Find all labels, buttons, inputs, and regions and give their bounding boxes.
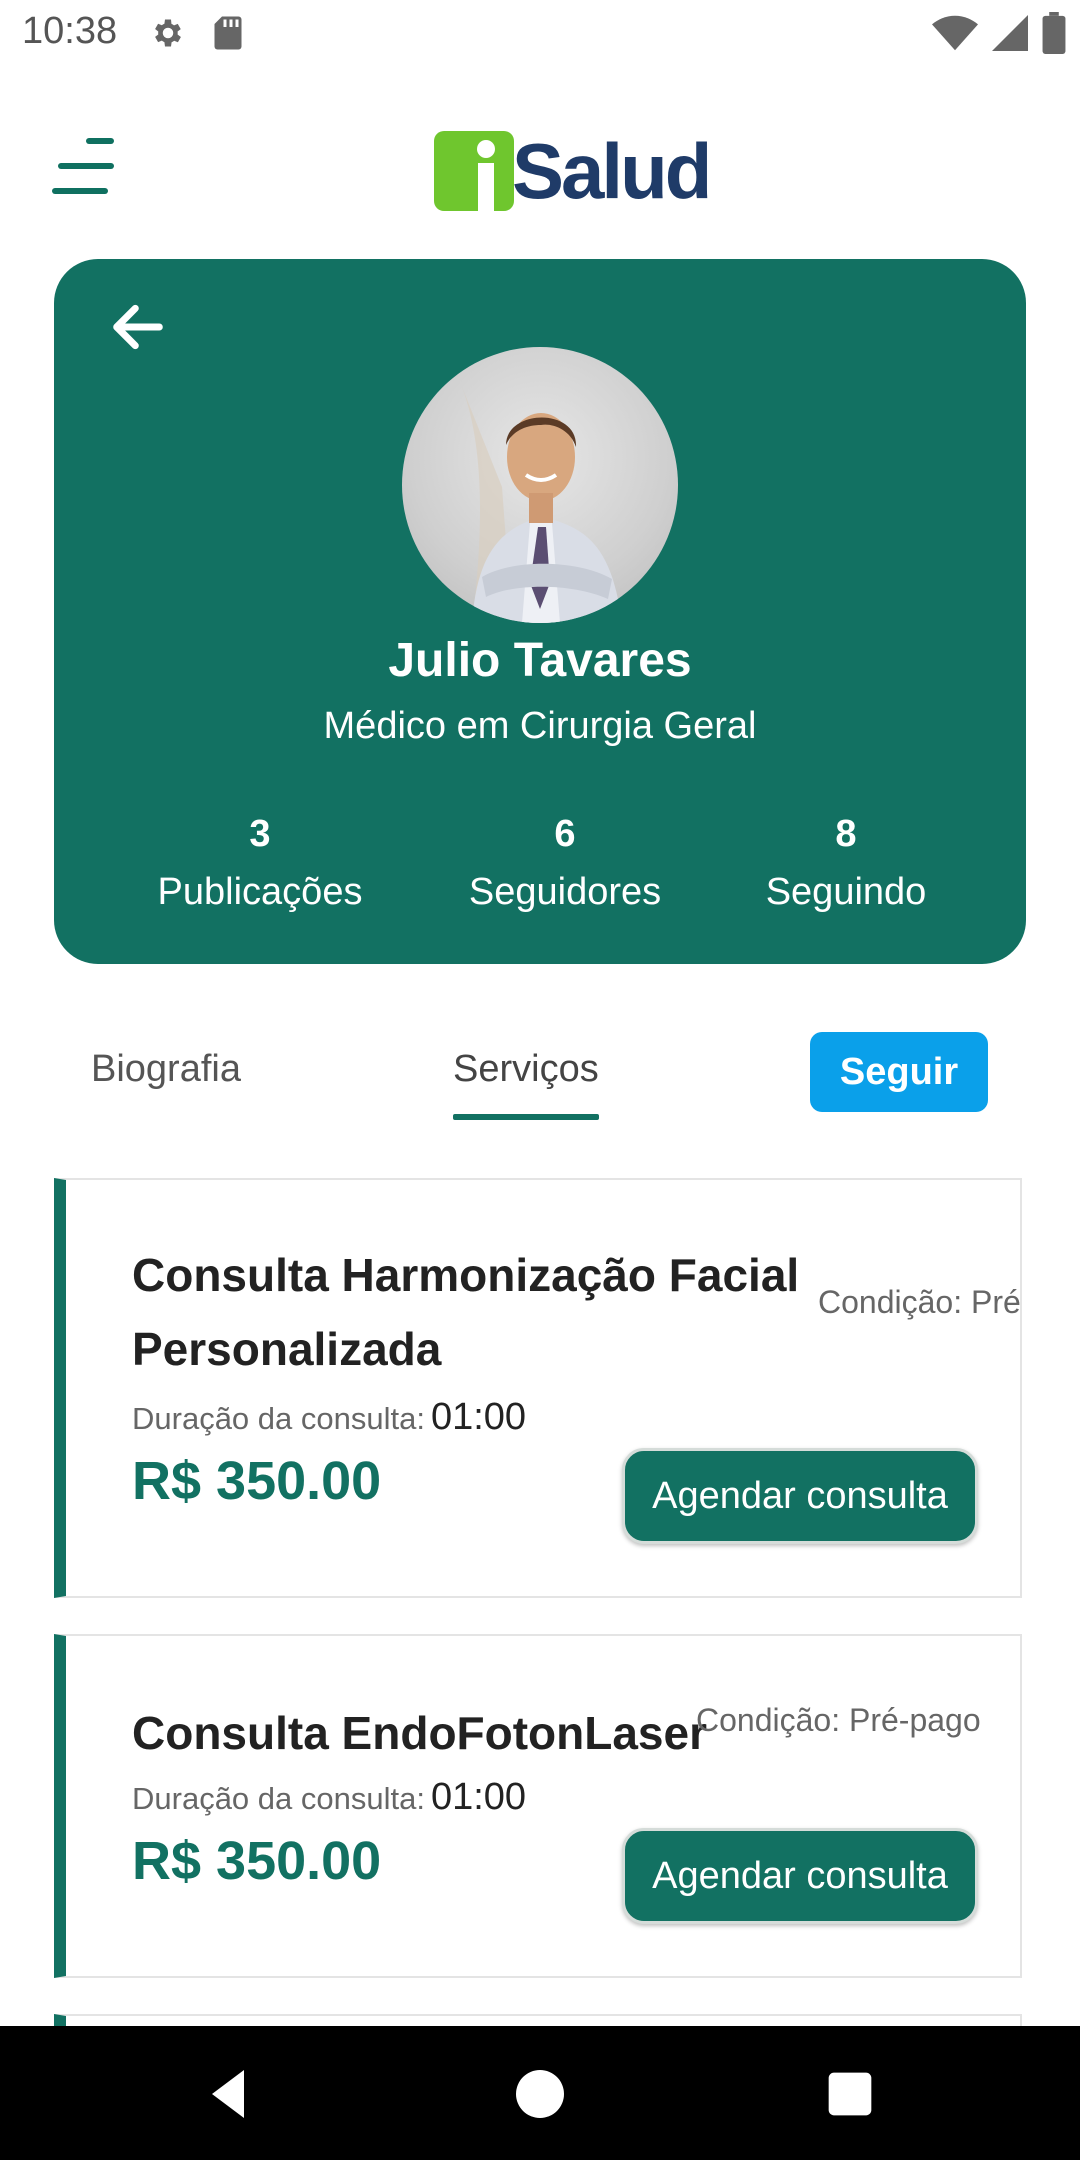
- cell-signal-icon: [992, 15, 1028, 51]
- service-price: R$ 350.00: [132, 1831, 382, 1891]
- system-nav-bar: [0, 2026, 1080, 2160]
- profile-card: Julio Tavares Médico em Cirurgia Geral 3…: [54, 259, 1026, 964]
- service-title: Consulta Harmonização Facial Personaliza…: [132, 1249, 800, 1375]
- follow-button[interactable]: Seguir: [810, 1032, 988, 1112]
- status-bar: 10:38: [0, 0, 1080, 66]
- doctor-portrait-icon: [462, 387, 622, 623]
- stat-followers-count: 6: [554, 813, 576, 855]
- service-duration: Duração da consulta: 01:00: [132, 1396, 526, 1439]
- nav-back-icon[interactable]: [196, 2062, 260, 2126]
- logo-mark-icon: [434, 131, 514, 211]
- avatar: [402, 347, 678, 623]
- service-duration: Duração da consulta: 01:00: [132, 1776, 526, 1819]
- schedule-appointment-button[interactable]: Agendar consulta: [622, 1828, 978, 1924]
- stat-followers[interactable]: 6 Seguidores: [415, 813, 715, 914]
- stat-publications-label: Publicações: [157, 871, 363, 913]
- stat-publications[interactable]: 3 Publicações: [110, 813, 410, 914]
- tab-biography-label: Biografia: [91, 1048, 241, 1090]
- profile-tabs: Biografia Serviços Seguir: [0, 1030, 1080, 1140]
- nav-recents-icon[interactable]: [818, 2062, 882, 2126]
- stat-publications-count: 3: [249, 813, 271, 855]
- doctor-name: Julio Tavares: [388, 634, 692, 687]
- tab-active-indicator: [453, 1114, 599, 1120]
- service-title: Consulta EndoFotonLaser: [132, 1707, 707, 1759]
- service-duration-value: 01:00: [430, 1396, 527, 1438]
- stat-followers-label: Seguidores: [468, 871, 662, 913]
- service-price: R$ 350.00: [132, 1451, 382, 1511]
- nav-home-icon[interactable]: [508, 2062, 572, 2126]
- hamburger-menu-icon[interactable]: [52, 138, 114, 194]
- service-card: Consulta Harmonização Facial Personaliza…: [54, 1178, 1022, 1598]
- gear-icon: [155, 19, 181, 47]
- service-condition: Condição: Pré-: [818, 1284, 1022, 1320]
- service-duration-value: 01:00: [430, 1776, 527, 1818]
- logo-text: Salud: [512, 127, 712, 215]
- top-app-bar: Salud: [0, 100, 1080, 240]
- service-condition: Condição: Pré-pago: [696, 1702, 981, 1738]
- service-duration-label: Duração da consulta:: [132, 1781, 425, 1816]
- battery-icon: [1042, 12, 1066, 54]
- wifi-icon: [932, 15, 978, 51]
- sd-card-icon: [214, 16, 242, 50]
- doctor-specialty: Médico em Cirurgia Geral: [323, 705, 757, 747]
- tab-biography[interactable]: Biografia: [91, 1048, 241, 1091]
- back-arrow-icon[interactable]: [106, 295, 170, 359]
- service-card: Consulta EndoFotonLaser Condição: Pré-pa…: [54, 1634, 1022, 1978]
- stat-following-count: 8: [835, 813, 857, 855]
- stat-following[interactable]: 8 Seguindo: [696, 813, 996, 914]
- stat-following-label: Seguindo: [765, 871, 927, 913]
- status-time: 10:38: [22, 10, 118, 52]
- service-duration-label: Duração da consulta:: [132, 1401, 425, 1436]
- tab-services-label: Serviços: [453, 1048, 599, 1090]
- profile-stats: 3 Publicações 6 Seguidores 8 Seguindo: [54, 813, 1026, 933]
- tab-services[interactable]: Serviços: [453, 1048, 599, 1120]
- schedule-appointment-button[interactable]: Agendar consulta: [622, 1448, 978, 1544]
- app-logo: Salud: [432, 127, 712, 215]
